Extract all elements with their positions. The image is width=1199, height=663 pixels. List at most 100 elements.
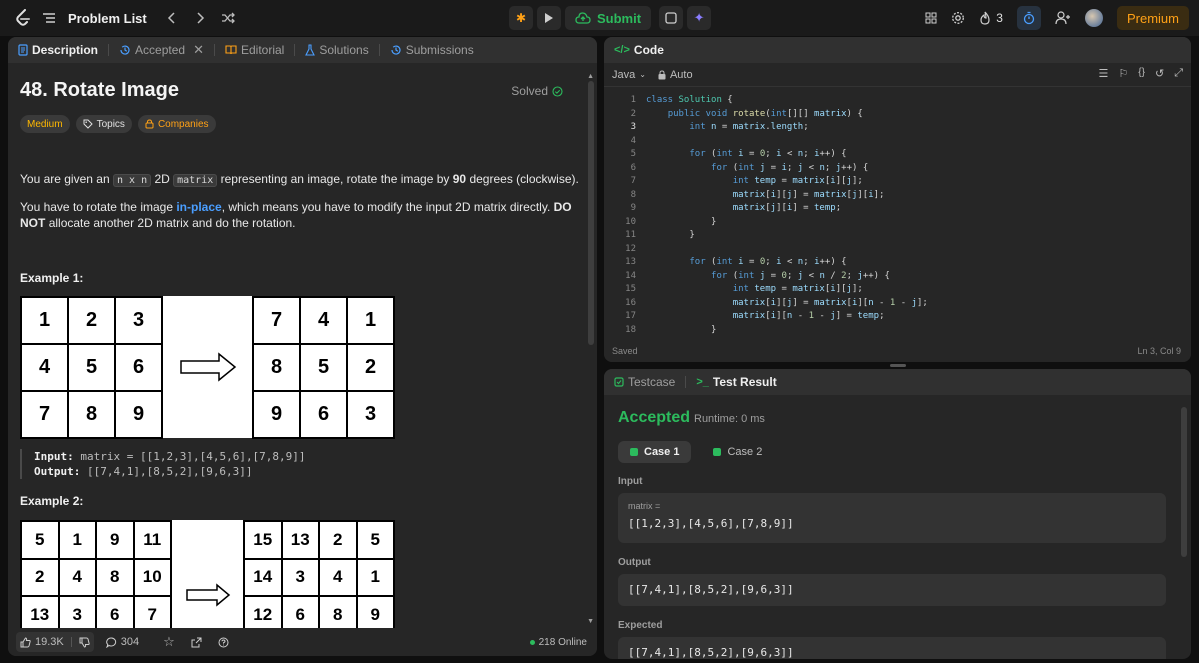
matrix-cell: 7	[133, 596, 171, 628]
code-editor[interactable]: class Solution { public void rotate(int[…	[646, 94, 928, 337]
matrix-cell: 8	[253, 343, 300, 391]
matrix-cell: 8	[96, 558, 134, 596]
matrix-before: 123456789	[20, 295, 163, 439]
fire-icon	[980, 11, 990, 25]
case-1-tab[interactable]: Case 1	[618, 441, 692, 463]
chevron-down-icon: ⌄	[639, 70, 646, 79]
fullscreen-icon[interactable]: ⤢	[1174, 67, 1183, 80]
line-number: 14	[625, 270, 636, 281]
output-box[interactable]: [[7,4,1],[8,5,2],[9,6,3]]	[618, 574, 1166, 606]
text: representing an image, rotate the image …	[220, 172, 450, 186]
difficulty-badge[interactable]: Medium	[20, 115, 70, 133]
tab-divider	[108, 44, 110, 56]
verdict: Accepted	[618, 409, 691, 426]
tab-description-label: Description	[32, 43, 99, 57]
chevron-left-icon[interactable]	[167, 12, 177, 24]
format-icon[interactable]: ☰	[1099, 67, 1109, 80]
check-circle-icon	[552, 85, 563, 97]
streak-counter[interactable]: 3	[979, 11, 1003, 25]
input-box[interactable]: matrix = [[1,2,3],[4,5,6],[7,8,9]]	[618, 493, 1166, 543]
ai-assistant-button[interactable]: ✦	[687, 6, 712, 30]
history-icon	[120, 45, 130, 55]
matrix-cell: 9	[253, 390, 300, 438]
matrix-cell: 14	[244, 558, 282, 596]
panel-resize-handle[interactable]	[890, 364, 906, 367]
text: , which means you have to modify the inp…	[221, 200, 551, 214]
test-tabs: Testcase >_ Test Result	[604, 369, 1191, 395]
language-label: Java	[612, 68, 636, 81]
tab-code[interactable]: </> Code	[614, 43, 664, 57]
favorite-button[interactable]: ☆	[159, 632, 179, 652]
streak-count: 3	[996, 11, 1003, 25]
reset-icon[interactable]: ↺	[1155, 67, 1164, 80]
description-content[interactable]: 48. Rotate Image Solved Medium Topics Co…	[8, 63, 587, 628]
like-count: 19.3K	[35, 636, 64, 648]
thumbs-down-icon[interactable]	[79, 637, 90, 648]
line-number: 18	[625, 324, 636, 335]
tab-solutions[interactable]: Solutions	[305, 43, 369, 57]
auto-label: Auto	[669, 68, 693, 81]
matrix-cell: 2	[21, 558, 59, 596]
debug-button[interactable]: ✱	[509, 6, 533, 30]
in-place-link[interactable]: in-place	[176, 200, 221, 214]
scroll-down-arrow-icon[interactable]: ▼	[587, 618, 594, 625]
close-icon[interactable]: ✕	[193, 42, 204, 58]
tab-accepted[interactable]: Accepted ✕	[119, 42, 204, 58]
share-button[interactable]	[187, 632, 206, 652]
line-number: 8	[630, 189, 636, 200]
matrix-cell: 10	[133, 558, 171, 596]
shuffle-icon[interactable]	[221, 12, 235, 24]
submit-button[interactable]: Submit	[565, 6, 652, 30]
matrix-cell: 3	[58, 596, 96, 628]
scroll-up-arrow-icon[interactable]: ▲	[587, 73, 594, 80]
chevron-right-icon[interactable]	[195, 12, 205, 24]
problem-title[interactable]: 48. Rotate Image	[20, 79, 179, 102]
line-number: 4	[630, 135, 636, 146]
line-number: 11	[625, 230, 636, 240]
line-number: 3	[630, 122, 636, 132]
matrix-cell: 2	[319, 521, 357, 559]
timer-button[interactable]	[1016, 6, 1041, 30]
input-var-name: matrix =	[628, 501, 661, 511]
code-panel: </> Code Java ⌄ Auto ☰ ⚐ {} ↺ ⤢ 12345678…	[604, 37, 1191, 362]
matrix-cell: 5	[356, 521, 394, 559]
inline-code: matrix	[173, 174, 218, 187]
solved-status: Solved	[511, 84, 563, 98]
companies-badge[interactable]: Companies	[137, 115, 216, 133]
description-scrollbar[interactable]	[588, 81, 594, 345]
settings-gear-icon[interactable]	[951, 11, 965, 25]
braces-icon[interactable]: {}	[1138, 67, 1145, 80]
help-button[interactable]	[214, 632, 233, 652]
line-number: 16	[625, 297, 636, 308]
run-button[interactable]	[537, 6, 561, 30]
comments-button[interactable]: 304	[102, 632, 143, 652]
premium-button[interactable]: Premium	[1116, 6, 1189, 30]
result-scrollbar[interactable]	[1181, 407, 1187, 557]
tab-description[interactable]: Description	[18, 43, 98, 57]
tab-submissions[interactable]: Submissions	[390, 43, 474, 57]
layout-icon[interactable]	[925, 12, 937, 24]
matrix-cell: 13	[21, 596, 59, 628]
tab-testcase[interactable]: Testcase	[614, 375, 675, 389]
matrix-cell: 1	[58, 521, 96, 559]
bookmark-icon[interactable]: ⚐	[1118, 67, 1128, 80]
auto-mode-toggle[interactable]: Auto	[658, 69, 693, 81]
case-2-tab[interactable]: Case 2	[701, 441, 774, 463]
case-1-label: Case 1	[644, 446, 680, 458]
language-select[interactable]: Java ⌄	[612, 69, 646, 81]
problem-list-title[interactable]: Problem List	[68, 11, 147, 26]
text: You have to rotate the image	[20, 200, 173, 214]
tab-test-result[interactable]: >_ Test Result	[696, 375, 776, 389]
problem-list-icon[interactable]	[42, 12, 56, 24]
check-icon	[713, 448, 722, 456]
like-button[interactable]: 19.3K	[16, 632, 94, 652]
topics-badge[interactable]: Topics	[75, 115, 132, 133]
leetcode-logo-icon[interactable]	[14, 9, 32, 27]
tab-editorial[interactable]: Editorial	[225, 43, 284, 57]
add-friend-icon[interactable]	[1055, 11, 1071, 25]
divider	[70, 637, 72, 647]
matrix-cell: 4	[21, 343, 68, 391]
notes-button[interactable]	[659, 6, 684, 30]
avatar[interactable]	[1084, 9, 1103, 27]
expected-box[interactable]: [[7,4,1],[8,5,2],[9,6,3]]	[618, 637, 1166, 659]
